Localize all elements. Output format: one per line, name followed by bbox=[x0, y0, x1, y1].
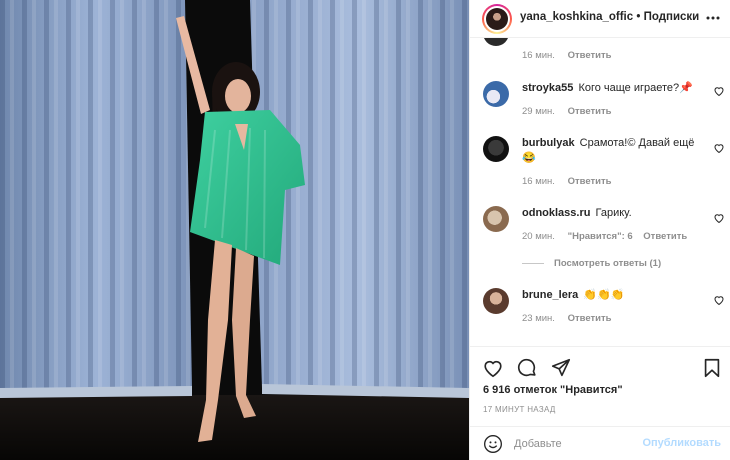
comments-list[interactable]: 16 мин. Ответить stroyka55 Кого чаще игр… bbox=[470, 38, 730, 346]
comment-meta: 29 мин. Ответить bbox=[522, 106, 619, 117]
comment-time[interactable]: 16 мин. bbox=[522, 50, 555, 61]
post-sidebar: yana_koshkina_offic • Подписки 16 мин. О… bbox=[469, 0, 730, 460]
avatar[interactable] bbox=[483, 38, 509, 46]
like-comment-heart-icon[interactable] bbox=[713, 142, 725, 154]
reply-button[interactable]: Ответить bbox=[568, 313, 612, 324]
comment-time[interactable]: 29 мин. bbox=[522, 106, 555, 117]
emoji-icon[interactable] bbox=[483, 434, 503, 454]
avatar[interactable] bbox=[483, 288, 509, 314]
avatar[interactable] bbox=[483, 81, 509, 107]
add-comment-bar: Опубликовать bbox=[470, 426, 730, 460]
header-separator: • bbox=[636, 11, 641, 23]
like-comment-heart-icon[interactable] bbox=[713, 85, 725, 97]
comment-body: Гарику. bbox=[595, 207, 632, 219]
comment-icon[interactable] bbox=[516, 357, 538, 379]
bookmark-icon[interactable] bbox=[701, 357, 723, 379]
author-username[interactable]: yana_koshkina_offic bbox=[520, 11, 633, 23]
comment-text: burbulyak Срамота!© Давай ещё 😂 bbox=[522, 136, 702, 166]
comment-text: odnoklass.ru Гарику. bbox=[522, 206, 702, 221]
comment-meta: 16 мин. Ответить bbox=[522, 50, 611, 61]
comment-time[interactable]: 16 мин. bbox=[522, 176, 555, 187]
avatar[interactable] bbox=[483, 206, 509, 232]
comment-meta: 16 мин. Ответить bbox=[522, 176, 619, 187]
like-comment-heart-icon[interactable] bbox=[713, 212, 725, 224]
view-replies-button[interactable]: Посмотреть ответы (1) bbox=[522, 258, 661, 269]
following-button[interactable]: Подписки bbox=[644, 11, 700, 23]
likes-count[interactable]: 6 916 отметок "Нравится" bbox=[483, 384, 623, 396]
reply-button[interactable]: Ответить bbox=[568, 106, 612, 117]
heart-icon[interactable] bbox=[482, 357, 504, 379]
comment-text: brune_lera 👏👏👏 bbox=[522, 288, 702, 303]
comment-time[interactable]: 23 мин. bbox=[522, 313, 555, 324]
post-photo[interactable] bbox=[0, 0, 469, 460]
comment-username[interactable]: stroyka55 bbox=[522, 82, 573, 94]
divider bbox=[522, 263, 544, 264]
view-replies-label[interactable]: Посмотреть ответы (1) bbox=[554, 258, 661, 269]
comment-meta: 23 мин. Ответить bbox=[522, 313, 619, 324]
comment-username[interactable]: burbulyak bbox=[522, 137, 575, 149]
comment-likes[interactable]: "Нравится": 6 bbox=[568, 231, 633, 242]
reply-button[interactable]: Ответить bbox=[568, 176, 612, 187]
comment-username[interactable]: odnoklass.ru bbox=[522, 207, 590, 219]
comment-meta: 20 мин. "Нравится": 6 Ответить bbox=[522, 231, 695, 242]
post-actions: 6 916 отметок "Нравится" 17 МИНУТ НАЗАД bbox=[470, 346, 730, 426]
author-line: yana_koshkina_offic • Подписки bbox=[520, 11, 699, 23]
reply-button[interactable]: Ответить bbox=[568, 50, 612, 61]
reply-button[interactable]: Ответить bbox=[643, 231, 687, 242]
comment-body: Кого чаще играете?📌 bbox=[578, 82, 693, 94]
post-header: yana_koshkina_offic • Подписки bbox=[470, 0, 730, 38]
comment-body: 👏👏👏 bbox=[583, 289, 625, 301]
comment-text: stroyka55 Кого чаще играете?📌 bbox=[522, 81, 702, 96]
comment-input[interactable] bbox=[514, 436, 644, 452]
like-comment-heart-icon[interactable] bbox=[713, 294, 725, 306]
more-dots-icon[interactable] bbox=[705, 10, 721, 30]
post-timestamp[interactable]: 17 МИНУТ НАЗАД bbox=[483, 405, 556, 414]
avatar[interactable] bbox=[483, 136, 509, 162]
comment-username[interactable]: brune_lera bbox=[522, 289, 578, 301]
comment-time[interactable]: 20 мин. bbox=[522, 231, 555, 242]
share-icon[interactable] bbox=[550, 357, 572, 379]
author-avatar[interactable] bbox=[482, 4, 512, 34]
publish-button[interactable]: Опубликовать bbox=[642, 437, 721, 449]
